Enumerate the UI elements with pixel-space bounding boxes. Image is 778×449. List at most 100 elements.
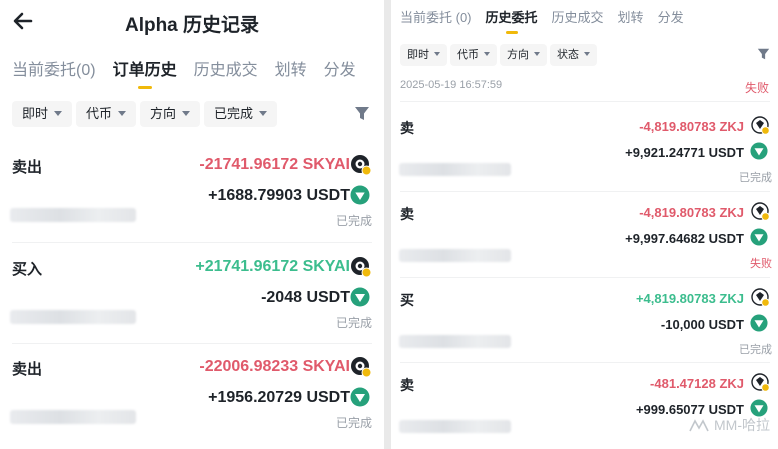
order-timestamp: 2025-05-19 16:57:59 <box>400 79 503 91</box>
filter-bar: 即时 代币 方向 状态 <box>400 44 770 66</box>
filter-status[interactable]: 状态 <box>550 44 597 66</box>
blurred-timestamp <box>10 310 136 324</box>
order-row[interactable]: 买 +4,819.80783 ZKJ -10,000 USDT 已完成 <box>391 288 778 376</box>
filter-status[interactable]: 已完成 <box>204 101 278 127</box>
filter-time[interactable]: 即时 <box>12 101 73 127</box>
caret-down-icon <box>259 111 268 117</box>
tab-bar: 当前委托(0) 订单历史 历史成交 划转 分发 <box>12 56 373 89</box>
token-logo-icon <box>351 155 372 176</box>
watermark-logo-icon <box>689 419 709 432</box>
blurred-timestamp <box>399 335 511 348</box>
tab-order-history[interactable]: 订单历史 <box>113 56 177 89</box>
token-logo-icon <box>751 202 770 221</box>
filter-direction[interactable]: 方向 <box>500 44 547 66</box>
usdt-icon <box>750 228 768 246</box>
tab-bar: 当前委托 (0) 历史委托 历史成交 划转 分发 <box>400 7 698 34</box>
caret-down-icon <box>534 52 540 57</box>
filter-time-label: 即时 <box>407 49 429 61</box>
blurred-timestamp <box>10 410 136 424</box>
usdt-icon <box>350 185 370 205</box>
order-status: 已完成 <box>739 172 772 184</box>
usdt-icon <box>750 142 768 160</box>
order-side: 买入 <box>12 261 43 278</box>
token-logo-icon <box>351 257 372 278</box>
divider <box>400 277 770 278</box>
blurred-timestamp <box>399 420 511 433</box>
order-side: 买 <box>400 292 414 308</box>
order-usdt-amount: -2048 USDT <box>261 289 350 306</box>
usdt-icon <box>350 387 370 407</box>
order-row[interactable]: 卖出 -22006.98233 SKYAI +1956.20729 USDT 已… <box>0 357 384 449</box>
tab-open-orders[interactable]: 当前委托(0) <box>12 56 96 80</box>
order-status: 失败 <box>744 81 769 95</box>
header: Alpha 历史记录 <box>0 0 384 44</box>
order-row[interactable]: 卖 -481.47128 ZKJ +999.65077 USDT <box>391 373 778 449</box>
token-logo-icon <box>351 357 372 378</box>
tab-transfer[interactable]: 划转 <box>275 56 307 80</box>
watermark-text: MM-哈拉 <box>714 417 770 433</box>
order-status: 已完成 <box>335 416 372 430</box>
token-logo-icon <box>751 373 770 392</box>
filter-direction[interactable]: 方向 <box>140 101 201 127</box>
page-title: Alpha 历史记录 <box>124 15 260 36</box>
order-side: 卖出 <box>12 361 43 378</box>
right-screenshot-panel: 当前委托 (0) 历史委托 历史成交 划转 分发 即时 代币 方向 状态 2025-05-19… <box>391 0 778 449</box>
caret-down-icon <box>584 52 590 57</box>
watermark: MM-哈拉 <box>688 415 770 435</box>
caret-down-icon <box>54 111 63 117</box>
divider <box>12 242 372 243</box>
divider <box>400 362 770 363</box>
order-usdt-amount: +1688.79903 USDT <box>208 187 350 204</box>
filter-direction-label: 方向 <box>507 49 529 61</box>
filter-token-label: 代币 <box>457 49 479 61</box>
filter-token-label: 代币 <box>86 106 113 121</box>
tab-transfer[interactable]: 划转 <box>618 7 644 26</box>
tab-trade-history[interactable]: 历史成交 <box>552 7 604 26</box>
tab-distribution[interactable]: 分发 <box>658 7 684 26</box>
order-status: 失败 <box>750 258 772 270</box>
order-status: 已完成 <box>739 344 772 356</box>
order-row[interactable]: 卖出 -21741.96172 SKYAI +1688.79903 USDT 已… <box>0 155 384 256</box>
token-logo-icon <box>751 288 770 307</box>
order-usdt-amount: +1956.20729 USDT <box>208 389 350 406</box>
divider <box>400 191 770 192</box>
caret-down-icon <box>118 111 127 117</box>
funnel-icon[interactable] <box>354 105 370 122</box>
tab-order-history[interactable]: 历史委托 <box>486 7 538 34</box>
order-token-amount: -22006.98233 SKYAI <box>199 358 350 375</box>
order-side: 卖 <box>400 206 414 222</box>
order-usdt-amount: +9,921.24771 USDT <box>625 145 744 160</box>
divider <box>400 101 770 102</box>
left-screenshot-panel: Alpha 历史记录 当前委托(0) 订单历史 历史成交 划转 分发 即时 代币 方向 已完成… <box>0 0 384 449</box>
tab-trade-history[interactable]: 历史成交 <box>194 56 258 80</box>
order-status: 已完成 <box>335 316 372 330</box>
order-side: 卖出 <box>12 159 43 176</box>
filter-status-label: 状态 <box>557 49 579 61</box>
blurred-timestamp <box>399 249 511 262</box>
blurred-timestamp <box>399 163 511 176</box>
order-usdt-amount: +9,997.64682 USDT <box>625 231 744 246</box>
funnel-icon[interactable] <box>757 47 770 61</box>
filter-token[interactable]: 代币 <box>76 101 137 127</box>
token-logo-icon <box>751 116 770 135</box>
order-token-amount: -4,819.80783 ZKJ <box>639 205 744 220</box>
usdt-icon <box>750 314 768 332</box>
filter-time-label: 即时 <box>22 106 49 121</box>
order-usdt-amount: -10,000 USDT <box>660 317 744 332</box>
tab-distribution[interactable]: 分发 <box>324 56 356 80</box>
order-token-amount: +21741.96172 SKYAI <box>195 258 350 275</box>
caret-down-icon <box>484 52 490 57</box>
tab-open-orders[interactable]: 当前委托 (0) <box>400 7 472 26</box>
filter-token[interactable]: 代币 <box>450 44 497 66</box>
order-side: 卖 <box>400 120 414 136</box>
divider <box>12 343 372 344</box>
filter-time[interactable]: 即时 <box>400 44 447 66</box>
caret-down-icon <box>434 52 440 57</box>
caret-down-icon <box>182 111 191 117</box>
usdt-icon <box>350 287 370 307</box>
filter-direction-label: 方向 <box>150 106 177 121</box>
order-status: 已完成 <box>335 214 372 228</box>
order-side: 卖 <box>400 377 414 393</box>
order-token-amount: +4,819.80783 ZKJ <box>635 291 744 306</box>
order-token-amount: -481.47128 ZKJ <box>650 376 744 391</box>
